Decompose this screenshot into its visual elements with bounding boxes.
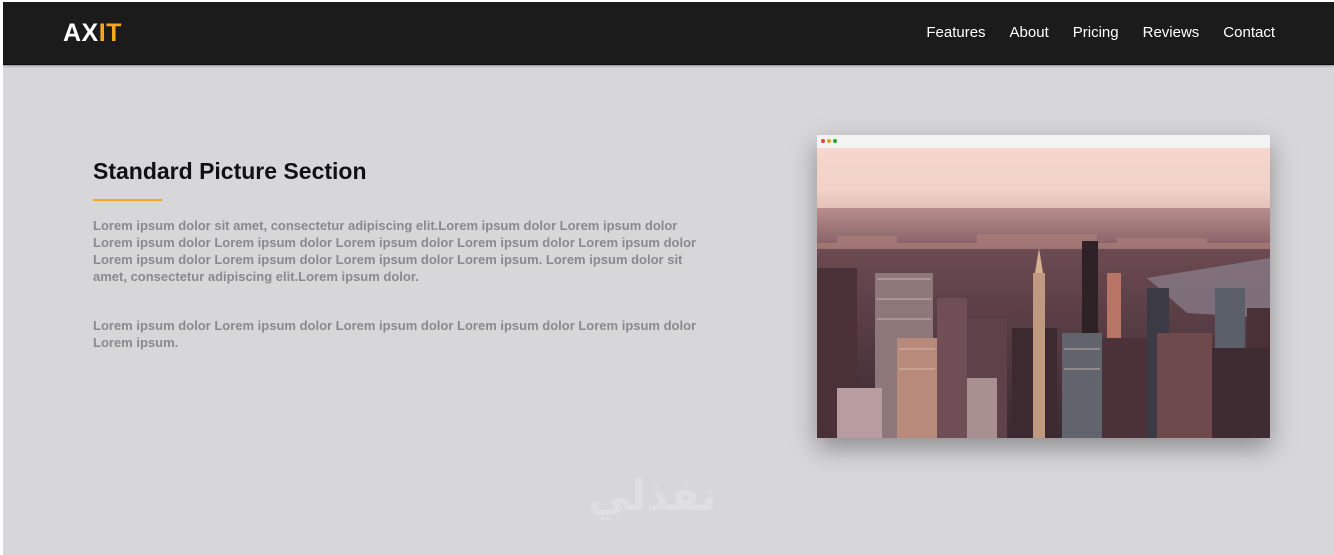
logo-text-accent: IT bbox=[98, 19, 122, 47]
nav-link-pricing[interactable]: Pricing bbox=[1073, 23, 1119, 43]
main-nav: Features About Pricing Reviews Contact bbox=[926, 23, 1275, 43]
top-navbar: AXIT Features About Pricing Reviews Cont… bbox=[3, 2, 1334, 65]
city-skyline-photo bbox=[817, 148, 1270, 438]
window-titlebar bbox=[817, 135, 1270, 148]
section-paragraph-1: Lorem ipsum dolor sit amet, consectetur … bbox=[93, 218, 697, 284]
window-maximize-dot-icon bbox=[833, 139, 837, 143]
section-title: Standard Picture Section bbox=[93, 158, 367, 184]
section-paragraph-2: Lorem ipsum dolor Lorem ipsum dolor Lore… bbox=[93, 318, 697, 350]
nav-link-features[interactable]: Features bbox=[926, 23, 985, 43]
picture-window bbox=[817, 135, 1270, 438]
page-frame: AXIT Features About Pricing Reviews Cont… bbox=[3, 2, 1334, 555]
watermark-logo: نفذلي bbox=[588, 471, 717, 520]
window-close-dot-icon bbox=[821, 139, 825, 143]
logo-text-primary: AX bbox=[63, 19, 99, 47]
nav-link-contact[interactable]: Contact bbox=[1223, 23, 1275, 43]
title-underline bbox=[93, 199, 162, 201]
nav-link-about[interactable]: About bbox=[1010, 23, 1049, 43]
nav-link-reviews[interactable]: Reviews bbox=[1143, 23, 1200, 43]
window-minimize-dot-icon bbox=[827, 139, 831, 143]
brand-logo[interactable]: AXIT bbox=[63, 19, 122, 47]
